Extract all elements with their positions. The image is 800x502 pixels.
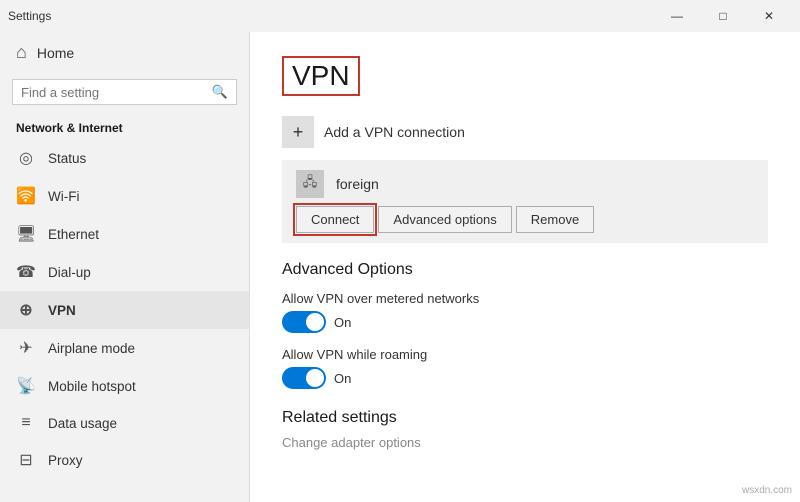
toggle-metered-control: On <box>282 311 768 333</box>
toggle-metered-state: On <box>334 315 351 330</box>
datausage-icon: ≡ <box>16 414 36 432</box>
toggle-roaming-label: Allow VPN while roaming <box>282 347 768 362</box>
search-input[interactable] <box>21 85 206 100</box>
sidebar-section-label: Network & Internet <box>0 111 249 139</box>
toggle-roaming-state: On <box>334 371 351 386</box>
page-title: VPN <box>292 60 350 92</box>
change-adapter-link[interactable]: Change adapter options <box>282 435 768 450</box>
sidebar-item-label-vpn: VPN <box>48 303 76 318</box>
sidebar-home-label: Home <box>37 45 74 61</box>
vpn-card-top: 🖧 foreign <box>296 170 754 198</box>
airplane-icon: ✈ <box>16 338 36 358</box>
sidebar-item-label-dialup: Dial-up <box>48 265 91 280</box>
titlebar-title: Settings <box>8 9 51 23</box>
sidebar-item-label-proxy: Proxy <box>48 453 83 468</box>
search-icon: 🔍 <box>212 84 228 100</box>
sidebar-item-label-hotspot: Mobile hotspot <box>48 379 136 394</box>
sidebar: ⌂ Home 🔍 Network & Internet ◎ Status 🛜 W… <box>0 32 250 502</box>
toggle-roaming-control: On <box>282 367 768 389</box>
hotspot-icon: 📡 <box>16 376 36 396</box>
sidebar-item-proxy[interactable]: ⊟ Proxy <box>0 441 249 479</box>
sidebar-item-ethernet[interactable]: 🖥 Ethernet <box>0 215 249 253</box>
remove-button[interactable]: Remove <box>516 206 594 233</box>
sidebar-item-datausage[interactable]: ≡ Data usage <box>0 405 249 441</box>
app-body: ⌂ Home 🔍 Network & Internet ◎ Status 🛜 W… <box>0 32 800 502</box>
toggle-roaming: Allow VPN while roaming On <box>282 347 768 389</box>
minimize-button[interactable]: — <box>654 0 700 32</box>
vpn-card: 🖧 foreign Connect Advanced options Remov… <box>282 160 768 243</box>
dialup-icon: ☎ <box>16 262 36 282</box>
titlebar-controls: — □ ✕ <box>654 0 792 32</box>
wifi-icon: 🛜 <box>16 186 36 206</box>
sidebar-item-vpn[interactable]: ⊕ VPN <box>0 291 249 329</box>
proxy-icon: ⊟ <box>16 450 36 470</box>
home-icon: ⌂ <box>16 42 27 63</box>
toggle-metered: Allow VPN over metered networks On <box>282 291 768 333</box>
vpn-card-icon: 🖧 <box>296 170 324 198</box>
main-content: VPN + Add a VPN connection 🖧 foreign Con… <box>250 32 800 502</box>
watermark: wsxdn.com <box>742 485 792 496</box>
page-title-wrapper: VPN <box>282 56 360 96</box>
sidebar-item-home[interactable]: ⌂ Home <box>0 32 249 73</box>
titlebar: Settings — □ ✕ <box>0 0 800 32</box>
sidebar-item-hotspot[interactable]: 📡 Mobile hotspot <box>0 367 249 405</box>
sidebar-item-airplane[interactable]: ✈ Airplane mode <box>0 329 249 367</box>
ethernet-icon: 🖥 <box>16 224 36 244</box>
sidebar-item-wifi[interactable]: 🛜 Wi-Fi <box>0 177 249 215</box>
sidebar-item-label-status: Status <box>48 151 86 166</box>
advanced-options-heading: Advanced Options <box>282 261 768 279</box>
vpn-card-buttons: Connect Advanced options Remove <box>296 206 754 233</box>
toggle-metered-switch[interactable] <box>282 311 326 333</box>
search-box[interactable]: 🔍 <box>12 79 237 105</box>
sidebar-item-label-wifi: Wi-Fi <box>48 189 79 204</box>
sidebar-item-label-datausage: Data usage <box>48 416 117 431</box>
sidebar-item-label-ethernet: Ethernet <box>48 227 99 242</box>
add-vpn-icon: + <box>282 116 314 148</box>
sidebar-item-status[interactable]: ◎ Status <box>0 139 249 177</box>
vpn-card-name: foreign <box>336 176 379 192</box>
add-vpn-label: Add a VPN connection <box>324 124 465 140</box>
toggle-roaming-switch[interactable] <box>282 367 326 389</box>
close-button[interactable]: ✕ <box>746 0 792 32</box>
status-icon: ◎ <box>16 148 36 168</box>
sidebar-item-label-airplane: Airplane mode <box>48 341 135 356</box>
add-vpn-row[interactable]: + Add a VPN connection <box>282 116 768 148</box>
vpn-icon: ⊕ <box>16 300 36 320</box>
toggle-metered-label: Allow VPN over metered networks <box>282 291 768 306</box>
maximize-button[interactable]: □ <box>700 0 746 32</box>
sidebar-item-dialup[interactable]: ☎ Dial-up <box>0 253 249 291</box>
related-settings-heading: Related settings <box>282 409 768 427</box>
advanced-options-button[interactable]: Advanced options <box>378 206 511 233</box>
connect-button[interactable]: Connect <box>296 206 374 233</box>
